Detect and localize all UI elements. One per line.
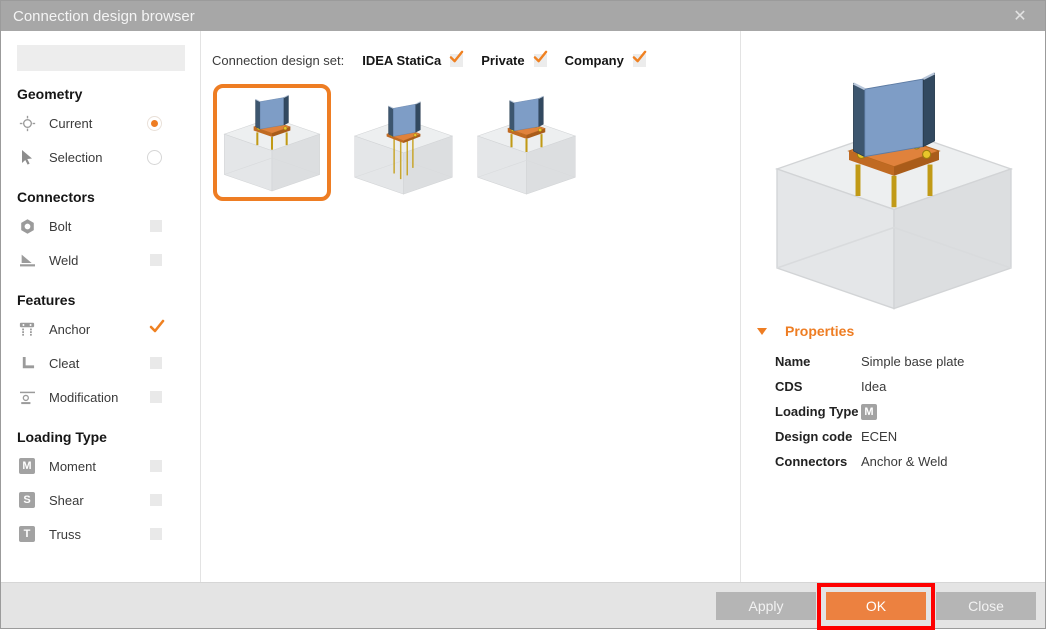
filter-sidebar: Geometry Current Selection Connectors Bo… [1,31,218,582]
filter-weld[interactable]: Weld [17,243,200,277]
filter-shear[interactable]: S Shear [17,483,200,517]
filter-label: Shear [49,492,84,508]
anchor-checkbox[interactable] [150,323,162,335]
filter-label: Weld [49,252,79,268]
apply-button[interactable]: Apply [716,591,816,620]
shear-checkbox[interactable] [150,494,162,506]
set-label: Connection design set: [212,52,345,68]
close-icon[interactable]: ✕ [1007,6,1033,26]
detail-panel: Properties Name Simple base plate CDS Id… [740,31,1045,582]
truss-checkbox[interactable] [150,528,162,540]
design-thumbnail-2[interactable] [346,91,461,196]
dialog-title: Connection design browser [13,7,195,25]
design-3d-preview[interactable] [753,61,1035,313]
properties-title: Properties [785,323,855,339]
filter-current[interactable]: Current [17,106,200,140]
design-thumbnail-3[interactable] [469,91,584,196]
property-row-cds: CDS Idea [775,379,887,394]
moment-checkbox[interactable] [150,460,162,472]
gallery-panel: Connection design set: IDEA StatiCa Priv… [202,31,741,582]
set-company[interactable]: Company [565,53,646,68]
filter-label: Modification [49,389,119,405]
selection-radio[interactable] [147,149,162,165]
cursor-icon [17,147,37,167]
set-private[interactable]: Private [481,53,546,68]
section-geometry: Geometry [17,86,83,102]
private-checkbox[interactable] [534,54,547,67]
moment-badge-icon: M [861,403,877,420]
properties-section: Properties Name Simple base plate CDS Id… [741,323,1045,474]
cleat-checkbox[interactable] [150,357,162,369]
connection-design-browser-dialog: Connection design browser ✕ Geometry Cur… [0,0,1046,630]
filter-anchor[interactable]: Anchor [17,312,200,346]
filter-modification[interactable]: Modification [17,380,200,414]
filter-label: Cleat [49,355,80,371]
ok-button[interactable]: OK [826,591,926,620]
filter-bolt[interactable]: Bolt [17,209,200,243]
filter-cleat[interactable]: Cleat [17,346,200,380]
filter-label: Current [49,115,93,131]
property-row-loading-type: Loading Type M [741,399,1045,424]
weld-checkbox[interactable] [150,254,162,266]
weld-icon [17,250,37,270]
design-thumbnail-selected[interactable] [213,84,331,201]
filter-label: Bolt [49,218,72,234]
collapse-triangle-icon[interactable] [757,327,767,335]
filter-truss[interactable]: T Truss [17,517,200,551]
filter-moment[interactable]: M Moment [17,449,200,483]
property-row-connectors: Connectors Anchor & Weld [775,454,948,469]
modification-icon [17,387,37,407]
close-button[interactable]: Close [936,591,1036,620]
filter-label: Truss [49,526,82,542]
dialog-footer: Apply OK Close [1,582,1045,630]
search-box[interactable] [17,45,218,71]
moment-badge-icon: M [17,456,37,476]
target-move-icon [17,113,37,133]
search-input[interactable] [17,50,201,66]
company-checkbox[interactable] [633,54,646,67]
truss-badge-icon: T [17,524,37,544]
property-row-design-code: Design code ECEN [775,429,898,444]
bolt-nut-icon [17,216,37,236]
section-connectors: Connectors [17,189,95,205]
filter-label: Moment [49,458,96,474]
filter-selection[interactable]: Selection [17,140,200,174]
filter-label: Selection [49,149,103,165]
idea-statica-checkbox[interactable] [450,54,463,67]
anchor-plate-icon [17,319,37,339]
set-idea-statica[interactable]: IDEA StatiCa [362,53,463,68]
titlebar: Connection design browser ✕ [1,1,1045,31]
shear-badge-icon: S [17,490,37,510]
filter-label: Anchor [49,321,91,337]
modification-checkbox[interactable] [150,391,162,403]
connection-design-set-row: Connection design set: IDEA StatiCa Priv… [202,31,741,75]
section-features: Features [17,292,76,308]
bolt-checkbox[interactable] [150,220,162,232]
current-radio[interactable] [147,115,162,131]
cleat-angle-icon [17,353,37,373]
section-loading-type: Loading Type [17,429,107,445]
property-row-name: Name Simple base plate [775,354,965,369]
